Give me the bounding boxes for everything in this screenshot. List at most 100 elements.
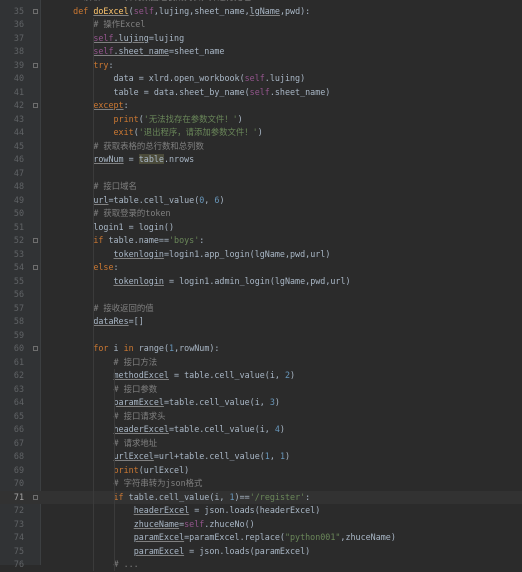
code-token: for — [93, 343, 114, 353]
code-line[interactable]: 62 methodExcel = table.cell_value(i, 2) — [0, 369, 522, 383]
line-number: 60 — [13, 343, 24, 353]
code-token: =table.cell_value(i, — [163, 397, 270, 407]
fold-marker-icon[interactable] — [33, 346, 38, 351]
code-line[interactable]: 36 # 操作Excel — [0, 18, 522, 32]
code-line[interactable]: 45 # 获取表格的总行数和总列数 — [0, 140, 522, 154]
line-number: 43 — [13, 113, 24, 124]
line-number: 62 — [13, 370, 24, 380]
fold-marker-icon[interactable] — [33, 62, 38, 68]
line-number: 69 — [13, 464, 24, 475]
code-token: except — [93, 100, 124, 110]
code-token: , — [269, 451, 280, 461]
code-token: = json.loads(headerExcel) — [189, 505, 321, 515]
code-token: urlExcel — [113, 451, 154, 461]
code-line[interactable]: 42 except: — [0, 99, 522, 113]
code-token: = — [123, 154, 139, 164]
code-token: headerExcel — [113, 424, 169, 434]
fold-marker-icon[interactable] — [33, 265, 38, 270]
code-line[interactable]: 65 # 接口请求头 — [0, 410, 522, 424]
line-number: 40 — [13, 73, 24, 83]
code-line[interactable]: 61 # 接口方法 — [0, 356, 522, 370]
code-line[interactable]: 47 — [0, 167, 522, 181]
code-line[interactable]: 46 rowNum = table.nrows — [0, 153, 522, 167]
code-line[interactable]: 72 headerExcel = json.loads(headerExcel) — [0, 504, 522, 518]
code-token: # 获取表格的总行数和总列数 — [93, 140, 204, 151]
code-line[interactable]: 38 self.sheet_name=sheet_name — [0, 45, 522, 59]
code-token: self — [133, 5, 154, 16]
code-text: # 接口域名 — [53, 180, 137, 194]
code-line[interactable]: 67 # 请求地址 — [0, 437, 522, 451]
code-token: self — [93, 46, 114, 56]
code-line[interactable]: 56 — [0, 288, 522, 302]
code-text: tokenlogin=login1.app_login(lgName,pwd,u… — [53, 248, 331, 262]
code-text: exit('退出程序，请添加参数文件！') — [53, 126, 263, 140]
code-token: doExcel — [93, 5, 129, 16]
code-line[interactable]: 69 print(urlExcel) — [0, 464, 522, 478]
code-line[interactable]: 40 data = xlrd.open_workbook(self.lujing… — [0, 72, 522, 86]
code-text: if table.name=='boys': — [53, 234, 204, 248]
code-token: ,lujing, — [153, 5, 195, 16]
code-line[interactable]: 74 paramExcel=paramExcel.replace("python… — [0, 531, 522, 545]
code-line[interactable]: 50 # 获取登录的token — [0, 207, 522, 221]
code-text: try: — [53, 59, 113, 73]
code-token: : — [199, 235, 205, 245]
code-token: table = data.sheet_by_name( — [113, 86, 250, 97]
code-line[interactable]: 59 — [0, 329, 522, 343]
code-line[interactable]: 57 # 接收返回的值 — [0, 302, 522, 316]
code-line[interactable]: 53 tokenlogin=login1.app_login(lgName,pw… — [0, 248, 522, 262]
code-line[interactable]: 75 paramExcel = json.loads(paramExcel) — [0, 545, 522, 559]
code-text: # 获取表格的总行数和总列数 — [53, 140, 204, 154]
code-token: =url+table.cell_value( — [153, 451, 265, 461]
code-line[interactable]: 41 table = data.sheet_by_name(self.sheet… — [0, 86, 522, 100]
code-line[interactable]: 44 exit('退出程序，请添加参数文件！') — [0, 126, 522, 140]
fold-marker-icon[interactable] — [33, 103, 38, 108]
code-line[interactable]: 64 paramExcel=table.cell_value(i, 3) — [0, 396, 522, 410]
code-line[interactable]: 63 # 接口参数 — [0, 383, 522, 397]
code-text: except: — [53, 99, 128, 113]
code-text: rowNum = table.nrows — [53, 153, 194, 167]
code-token: paramExcel — [133, 545, 185, 556]
code-line[interactable]: 73 zhuceName=self.zhuceNo() — [0, 518, 522, 532]
code-line[interactable]: 54 else: — [0, 261, 522, 275]
code-line[interactable]: 43 print('无法找存在参数文件！') — [0, 113, 522, 127]
code-line[interactable]: 37 self.lujing=lujing — [0, 32, 522, 46]
code-line[interactable]: 60 for i in range(1,rowNum): — [0, 342, 522, 356]
code-token: try — [93, 59, 109, 70]
code-text: # 获取登录的token — [53, 207, 170, 221]
code-line[interactable]: 70 # 字符串转为json格式 — [0, 477, 522, 491]
code-line[interactable]: 66 headerExcel=table.cell_value(i, 4) — [0, 423, 522, 437]
line-number: 53 — [13, 248, 24, 259]
fold-marker-icon[interactable] — [33, 8, 38, 14]
code-line[interactable]: 52 if table.name=='boys': — [0, 234, 522, 248]
fold-marker-icon[interactable] — [33, 494, 38, 500]
code-token: pwd — [310, 275, 326, 286]
code-text: zhuceName=self.zhuceNo() — [53, 518, 255, 532]
code-token: def — [73, 5, 94, 16]
code-token: ) — [290, 370, 296, 380]
code-token: (urlExcel) — [138, 464, 190, 475]
code-token: '/register' — [249, 491, 306, 502]
code-token: # 接口参数 — [113, 383, 158, 394]
code-line[interactable]: 71 if table.cell_value(i, 1)=='/register… — [0, 490, 522, 504]
code-token: url — [330, 275, 346, 286]
code-line[interactable]: 39 try: — [0, 59, 522, 73]
code-line[interactable]: 49 url=table.cell_value(0, 6) — [0, 194, 522, 208]
code-line[interactable]: 55 tokenlogin = login1.admin_login(lgNam… — [0, 275, 522, 289]
code-token: # ... — [113, 559, 139, 569]
code-line[interactable]: 51 login1 = login() — [0, 221, 522, 235]
code-text: dataRes=[] — [53, 315, 143, 329]
fold-marker-icon[interactable] — [33, 238, 38, 243]
code-line[interactable]: 48 # 接口域名 — [0, 180, 522, 194]
code-line[interactable]: 58 dataRes=[] — [0, 315, 522, 329]
line-number: 52 — [13, 235, 24, 245]
code-line[interactable]: 35 def doExcel(self,lujing,sheet_name,lg… — [0, 5, 522, 19]
code-line[interactable]: 68 urlExcel=url+table.cell_value(1, 1) — [0, 450, 522, 464]
